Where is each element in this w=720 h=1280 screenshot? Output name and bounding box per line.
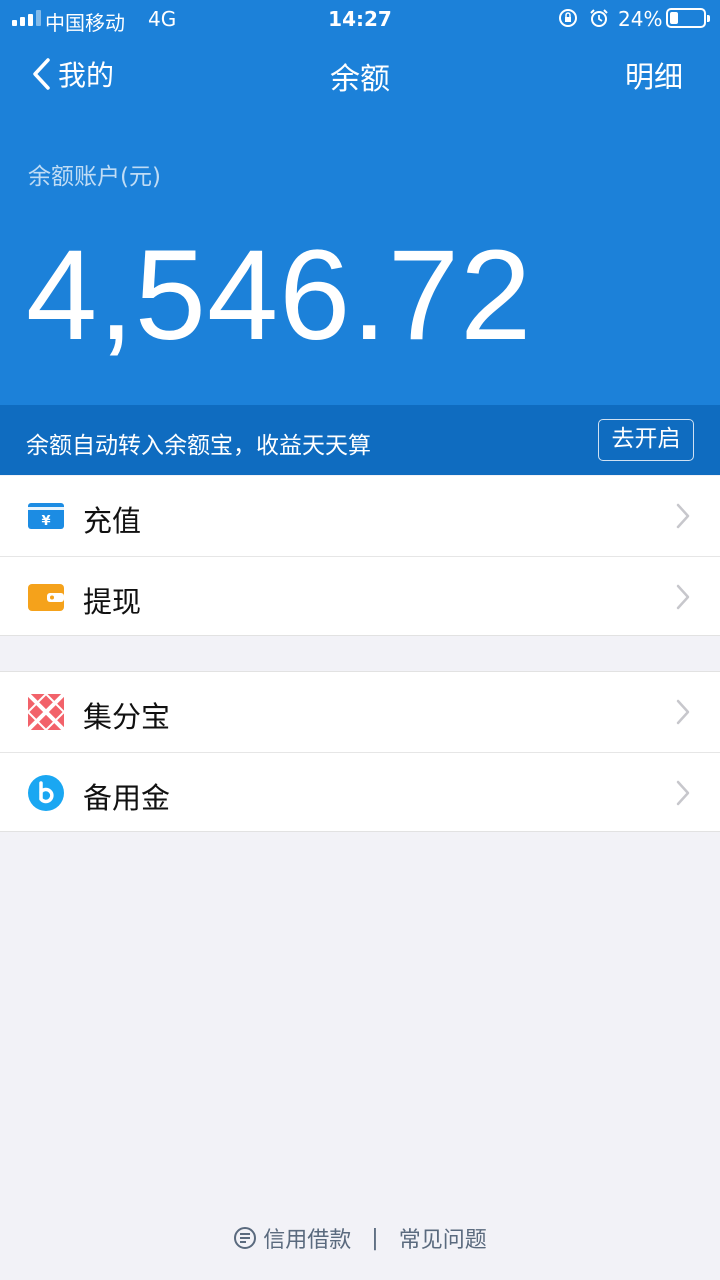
jifenbao-icon [27, 693, 65, 731]
account-label: 余额账户(元) [28, 164, 161, 190]
credit-loan-label: 信用借款 [263, 1228, 352, 1253]
alarm-icon [590, 9, 608, 27]
chevron-right-icon [676, 699, 690, 725]
chevron-right-icon [676, 503, 690, 529]
footer-links: 信用借款 | 常见问题 [0, 1220, 720, 1256]
funds-actions-group: ¥ 充值 提现 [0, 476, 720, 636]
battery-icon [666, 8, 710, 28]
list-item-beiyongjin[interactable]: 备用金 [0, 752, 720, 832]
credit-loan-icon [234, 1227, 257, 1249]
chevron-right-icon [676, 780, 690, 806]
auto-transfer-text: 余额自动转入余额宝，收益天天算 [26, 433, 371, 459]
divider [0, 831, 720, 832]
recharge-card-icon: ¥ [28, 503, 64, 529]
balance-amount: 4,546.72 [26, 224, 533, 367]
faq-link[interactable]: 常见问题 [399, 1222, 487, 1254]
svg-text:¥: ¥ [41, 514, 50, 529]
detail-button[interactable]: 明细 [625, 54, 683, 96]
enable-button[interactable]: 去开启 [598, 419, 694, 461]
list-item-label: 备用金 [83, 781, 171, 815]
list-item-label: 充值 [83, 504, 142, 538]
battery-percentage: 24% [618, 7, 663, 31]
navigation-bar: 我的 余额 明细 [0, 40, 720, 110]
list-item-withdraw[interactable]: 提现 [0, 556, 720, 636]
credit-loan-link[interactable]: 信用借款 [233, 1222, 351, 1254]
chevron-right-icon [676, 584, 690, 610]
status-bar: 中国移动 4G 14:27 24% [0, 0, 720, 38]
divider [0, 635, 720, 636]
services-group: 集分宝 备用金 [0, 672, 720, 832]
footer-separator: | [371, 1225, 379, 1251]
beiyongjin-icon [28, 775, 64, 811]
wallet-icon [28, 584, 64, 611]
list-item-jifenbao[interactable]: 集分宝 [0, 672, 720, 752]
page-title: 余额 [330, 62, 390, 97]
clock: 14:27 [328, 7, 392, 31]
list-item-recharge[interactable]: ¥ 充值 [0, 476, 720, 556]
rotation-lock-icon [559, 9, 577, 27]
list-item-label: 提现 [83, 585, 142, 619]
list-item-label: 集分宝 [83, 700, 171, 734]
